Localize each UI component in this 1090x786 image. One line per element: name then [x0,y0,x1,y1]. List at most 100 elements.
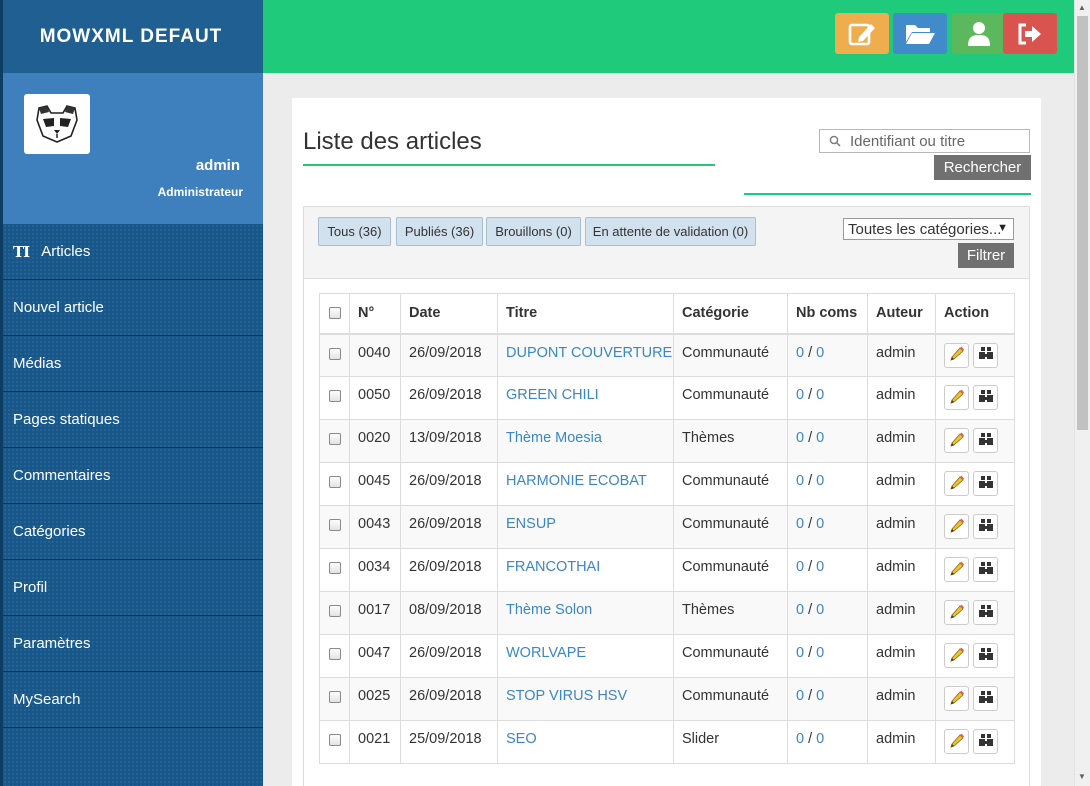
brand-title[interactable]: MOWXML DEFAUT [3,0,263,73]
edit-article-button[interactable] [944,600,969,625]
comments-offline-link[interactable]: 0 [816,559,824,575]
column-header-category[interactable]: Catégorie [673,293,788,335]
filter-published-button[interactable]: Publiés (36) [396,217,483,246]
article-options-button[interactable] [973,428,999,453]
row-checkbox[interactable] [329,433,341,445]
article-options-button[interactable] [973,557,999,582]
sidebar-item-mysearch[interactable]: MySearch [3,672,263,728]
comments-offline-link[interactable]: 0 [816,731,824,747]
search-input[interactable] [820,130,1029,152]
sidebar-item-new-article[interactable]: Nouvel article [3,280,263,336]
top-bar [263,0,1074,73]
edit-article-button[interactable] [944,557,969,582]
article-options-button[interactable] [973,385,999,410]
media-button[interactable] [893,13,947,54]
comments-online-link[interactable]: 0 [796,430,804,446]
comments-offline-link[interactable]: 0 [816,430,824,446]
comments-online-link[interactable]: 0 [796,516,804,532]
comments-online-link[interactable]: 0 [796,602,804,618]
logout-button[interactable] [1003,13,1057,54]
row-checkbox[interactable] [329,519,341,531]
comments-offline-link[interactable]: 0 [816,345,824,361]
edit-article-button[interactable] [944,514,969,539]
comments-online-link[interactable]: 0 [796,559,804,575]
article-title-link[interactable]: SEO [506,731,537,747]
sidebar-item-profile[interactable]: Profil [3,560,263,616]
row-checkbox[interactable] [329,605,341,617]
comments-online-link[interactable]: 0 [796,345,804,361]
comments-offline-link[interactable]: 0 [816,516,824,532]
article-title-link[interactable]: STOP VIRUS HSV [506,688,627,704]
comments-online-link[interactable]: 0 [796,731,804,747]
search-button[interactable]: Rechercher [934,155,1031,180]
comments-offline-link[interactable]: 0 [816,473,824,489]
edit-article-button[interactable] [944,643,969,668]
sidebar-item-articles[interactable]: TI Articles [3,224,263,280]
row-checkbox[interactable] [329,390,341,402]
comments-online-link[interactable]: 0 [796,688,804,704]
article-title-link[interactable]: WORLVAPE [506,645,586,661]
category-select[interactable]: Toutes les catégories... ▼ [843,218,1014,240]
sidebar-item-media[interactable]: Médias [3,336,263,392]
article-title-link[interactable]: HARMONIE ECOBAT [506,473,647,489]
sidebar-item-comments[interactable]: Commentaires [3,448,263,504]
article-title-link[interactable]: DUPONT COUVERTURE [506,345,672,361]
article-title-link[interactable]: Thème Solon [506,602,592,618]
edit-article-button[interactable] [944,686,969,711]
comments-offline-link[interactable]: 0 [816,645,824,661]
article-options-button[interactable] [973,729,999,754]
scroll-up-icon[interactable]: ▲ [1078,3,1086,12]
scroll-thumb[interactable] [1077,16,1088,430]
sidebar-item-categories[interactable]: Catégories [3,504,263,560]
edit-article-button[interactable] [944,471,969,496]
profile-role: Administrateur [157,185,243,199]
content-area: Liste des articles Rechercher Tous (36) … [263,73,1074,786]
cell-title: WORLVAPE [497,634,674,678]
column-header-title[interactable]: Titre [497,293,674,335]
sidebar-item-static-pages[interactable]: Pages statiques [3,392,263,448]
panda-avatar-icon[interactable] [24,94,90,154]
page-scrollbar[interactable]: ▲ ▼ [1074,0,1090,786]
scroll-down-icon[interactable]: ▼ [1078,772,1086,781]
row-checkbox[interactable] [329,562,341,574]
filter-pending-button[interactable]: En attente de validation (0) [585,217,756,246]
comments-offline-link[interactable]: 0 [816,688,824,704]
comments-online-link[interactable]: 0 [796,473,804,489]
article-options-button[interactable] [973,471,999,496]
comments-online-link[interactable]: 0 [796,387,804,403]
edit-article-button[interactable] [944,342,969,368]
article-options-button[interactable] [973,342,999,368]
row-checkbox[interactable] [329,347,341,360]
filter-button[interactable]: Filtrer [958,243,1014,268]
edit-article-button[interactable] [944,729,969,754]
article-options-button[interactable] [973,686,999,711]
article-options-button[interactable] [973,600,999,625]
row-checkbox[interactable] [329,734,341,746]
cell-date: 26/09/2018 [400,462,498,506]
article-title-link[interactable]: ENSUP [506,516,556,532]
article-options-button[interactable] [973,514,999,539]
row-checkbox[interactable] [329,648,341,660]
row-checkbox[interactable] [329,476,341,488]
comments-online-link[interactable]: 0 [796,645,804,661]
select-all-checkbox[interactable] [329,307,341,320]
article-options-button[interactable] [973,643,999,668]
sidebar-item-settings[interactable]: Paramètres [3,616,263,672]
edit-article-button[interactable] [944,385,969,410]
filter-all-button[interactable]: Tous (36) [318,217,391,246]
filter-drafts-button[interactable]: Brouillons (0) [486,217,581,246]
article-title-link[interactable]: Thème Moesia [506,430,602,446]
article-title-link[interactable]: GREEN CHILI [506,387,599,403]
profile-button[interactable] [952,13,1006,54]
column-header-number[interactable]: N° [349,293,401,335]
column-header-date[interactable]: Date [400,293,498,335]
row-checkbox[interactable] [329,691,341,703]
comments-offline-link[interactable]: 0 [816,602,824,618]
article-title-link[interactable]: FRANCOTHAI [506,559,600,575]
sidebar-item-label: MySearch [13,691,81,708]
edit-article-button[interactable] [944,428,969,453]
new-article-button[interactable] [835,13,889,54]
comments-offline-link[interactable]: 0 [816,387,824,403]
cell-category: Thèmes [673,591,788,635]
column-header-author[interactable]: Auteur [867,293,936,335]
